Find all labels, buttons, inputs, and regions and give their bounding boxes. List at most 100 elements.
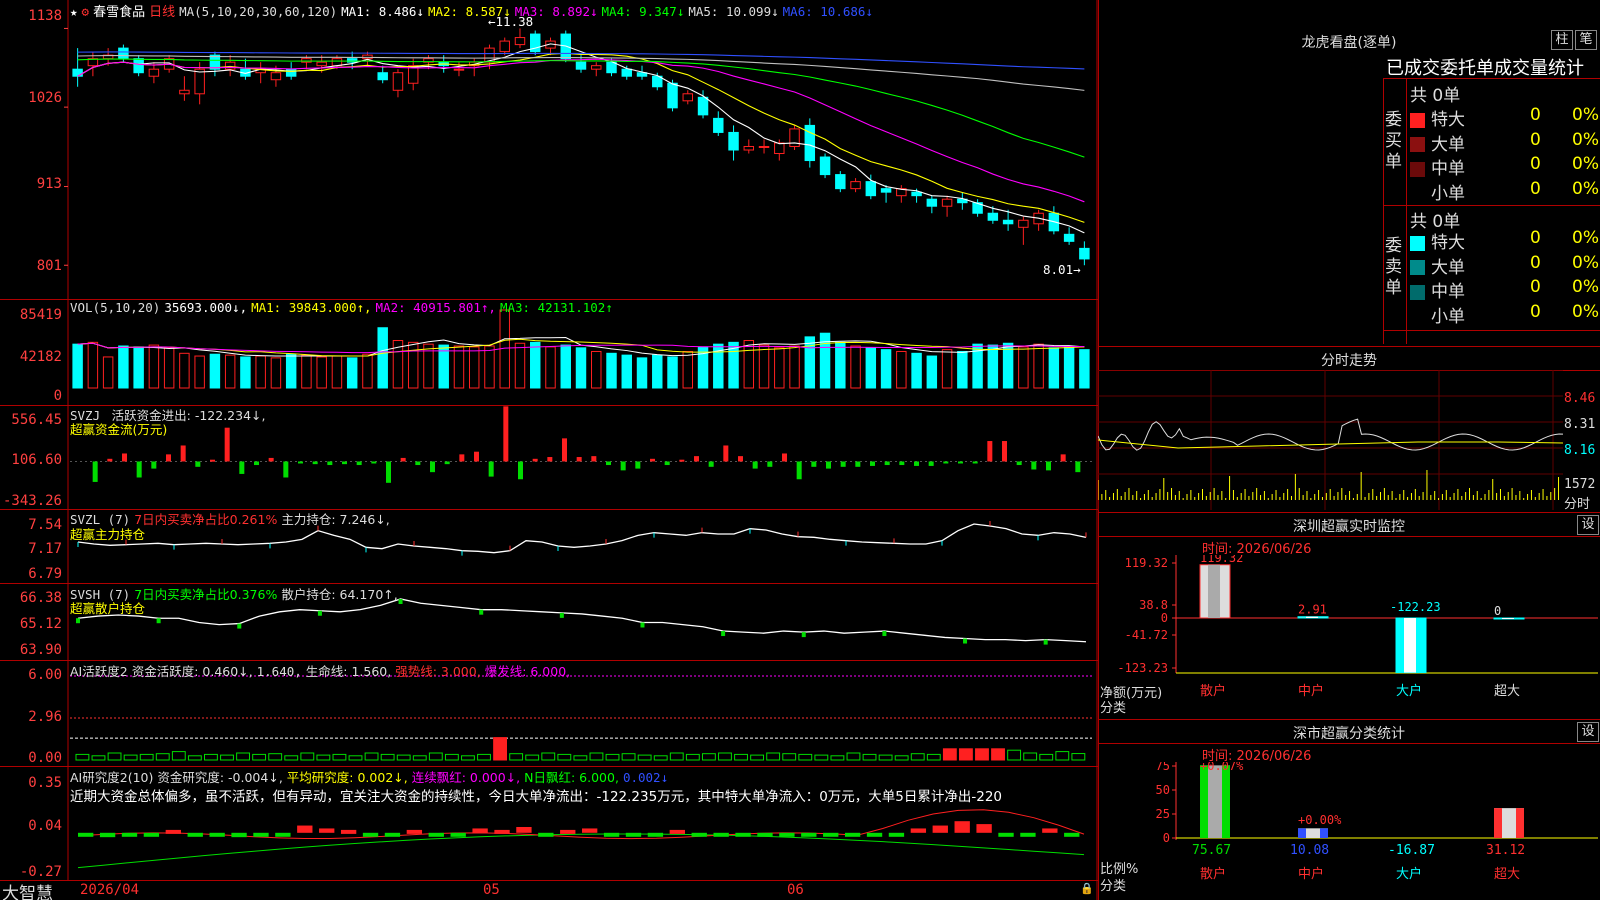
flow-bar [224, 427, 230, 462]
candle-body [224, 61, 236, 70]
flow-bar [884, 461, 890, 466]
svzl-tick: 7.17 [28, 541, 62, 557]
flow-bar [107, 458, 113, 462]
volume-bar [1002, 342, 1014, 389]
volume-bar [560, 344, 571, 389]
volume-bar [72, 343, 83, 389]
research-bar [866, 832, 883, 837]
star-icon[interactable]: ★ [70, 4, 78, 19]
ratio-tick: 75 [1156, 762, 1170, 773]
order-pct: 0% [1572, 129, 1599, 150]
legend-swatch [1410, 161, 1425, 177]
settings-button[interactable]: 设 [1577, 722, 1599, 742]
research-bar [1064, 832, 1080, 837]
activity-bar [1039, 753, 1054, 761]
activity-bar [926, 753, 941, 761]
research-bar [472, 828, 488, 833]
divider [1406, 78, 1407, 344]
flow-bar [488, 461, 494, 477]
order-count: 0 [1530, 252, 1541, 273]
flow-bar [591, 456, 597, 462]
lock-icon[interactable]: 🔒 [1080, 882, 1094, 895]
flow-bar [796, 461, 802, 480]
flow-bar [738, 456, 743, 462]
ma-line [77, 52, 1085, 223]
volume-bar [835, 341, 846, 389]
volume-bar [133, 346, 144, 389]
category-label: 大户 [1396, 866, 1422, 882]
activity-bar [814, 754, 829, 761]
activity-bar [782, 753, 797, 761]
flow-bar [386, 461, 391, 483]
candle-body [591, 65, 602, 70]
volume-bar [163, 347, 175, 389]
ai-comment: 近期大资金总体偏多，虽不活跃，但有异动，宜关注大资金的持续性，今日大单净流出：-… [70, 789, 1003, 805]
research-bar [801, 832, 817, 837]
flow-bar [283, 461, 289, 478]
flow-bar [122, 453, 127, 462]
flow-bar [987, 441, 993, 462]
activity-bar [1023, 752, 1038, 761]
volume-bar [957, 350, 968, 389]
ratio-bar-edge [1200, 765, 1208, 838]
ratio-bar-edge [1298, 828, 1306, 838]
tick-mark [721, 631, 726, 637]
gear-icon[interactable]: ⚙ [82, 4, 90, 19]
volume-bar [514, 342, 526, 389]
volume-bar [377, 327, 388, 389]
divider [1383, 78, 1600, 79]
research-bar [998, 832, 1014, 837]
ai1-tick: 2.96 [28, 709, 62, 725]
research-bar [384, 832, 401, 837]
research-bar [187, 832, 203, 837]
settings-button[interactable]: 设 [1577, 515, 1599, 535]
activity-bar [236, 752, 250, 761]
research-bar [976, 824, 992, 833]
research-bar [209, 832, 225, 837]
chart-canvas[interactable] [0, 0, 1098, 900]
candle-body [606, 61, 617, 74]
volume-bar [804, 336, 816, 389]
activity-bar [557, 753, 572, 761]
svzl-tick: 7.54 [28, 517, 62, 533]
candle-body [774, 142, 785, 155]
order-count: 0 [1530, 277, 1541, 297]
research-bar [823, 832, 839, 837]
timeshare-chart[interactable] [1098, 370, 1600, 510]
tick-mark [559, 612, 564, 618]
candle-body [880, 188, 892, 193]
category-label: 大户 [1396, 683, 1422, 699]
flow-bar [752, 461, 758, 469]
candle-body [377, 72, 388, 81]
order-count: 0 [1530, 154, 1541, 174]
activity-bar [412, 755, 427, 761]
activity-bar [461, 755, 475, 761]
research-bar [954, 821, 970, 833]
research-bar [647, 832, 664, 837]
ratio-bar-edge [1320, 828, 1328, 838]
retail-hold-line [77, 598, 1087, 643]
period-label[interactable]: 日线 [149, 5, 175, 20]
bar-mode-button[interactable]: 柱 [1551, 30, 1573, 50]
net-value: 0 [1494, 604, 1501, 618]
research-bar [340, 829, 357, 834]
flow-bar [503, 406, 509, 462]
tick-mark [479, 609, 484, 615]
sell-row: 中单 0 0% [1410, 277, 1600, 302]
divider [1383, 78, 1384, 344]
ma4-value: MA4: 9.347↓ [601, 4, 685, 19]
tick-mode-button[interactable]: 笔 [1575, 30, 1597, 50]
price-tick: 801 [36, 258, 62, 274]
divider [1098, 743, 1600, 744]
price-line [1098, 418, 1564, 451]
flow-bar [840, 461, 846, 467]
divider [1098, 719, 1600, 720]
tick-mark [640, 622, 645, 628]
activity-bar [123, 754, 138, 761]
volume-bar [530, 341, 541, 389]
volume-bar [453, 345, 465, 389]
flow-bar [782, 453, 787, 462]
kline-area[interactable]: ★ ⚙ 春雪食品 日线 MA(5,10,20,30,60,120) MA1: 8.486↓… [0, 0, 1098, 900]
cat-label: 分类 [1100, 701, 1127, 716]
order-count: 0 [1530, 178, 1541, 199]
